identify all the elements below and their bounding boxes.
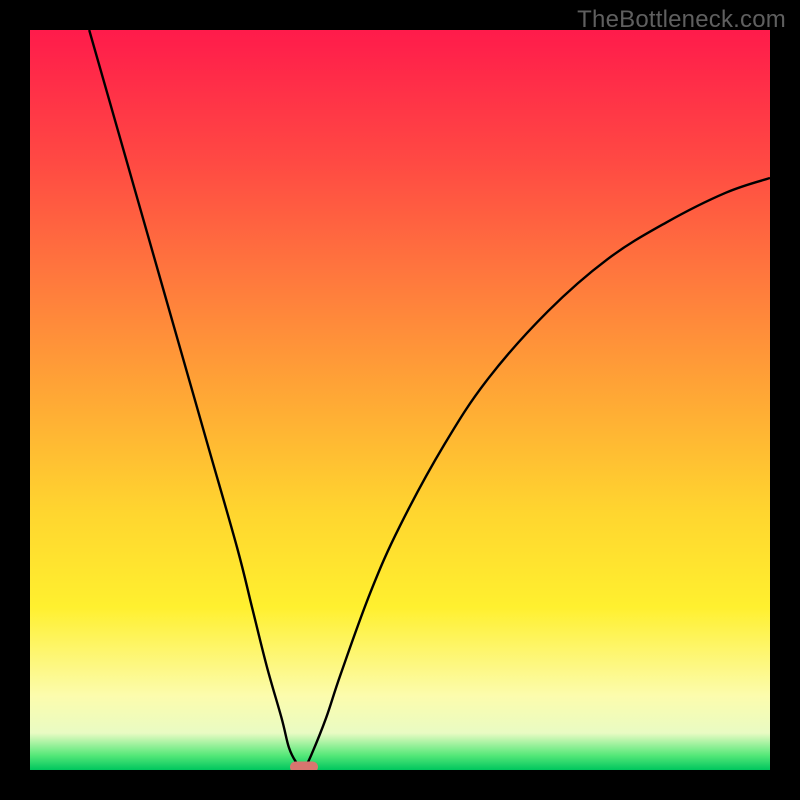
left-curve <box>89 30 304 770</box>
valley-marker <box>290 762 318 771</box>
curve-layer <box>30 30 770 770</box>
plot-area <box>30 30 770 770</box>
chart-frame: TheBottleneck.com <box>0 0 800 800</box>
right-curve <box>304 178 770 770</box>
watermark-text: TheBottleneck.com <box>577 6 786 34</box>
